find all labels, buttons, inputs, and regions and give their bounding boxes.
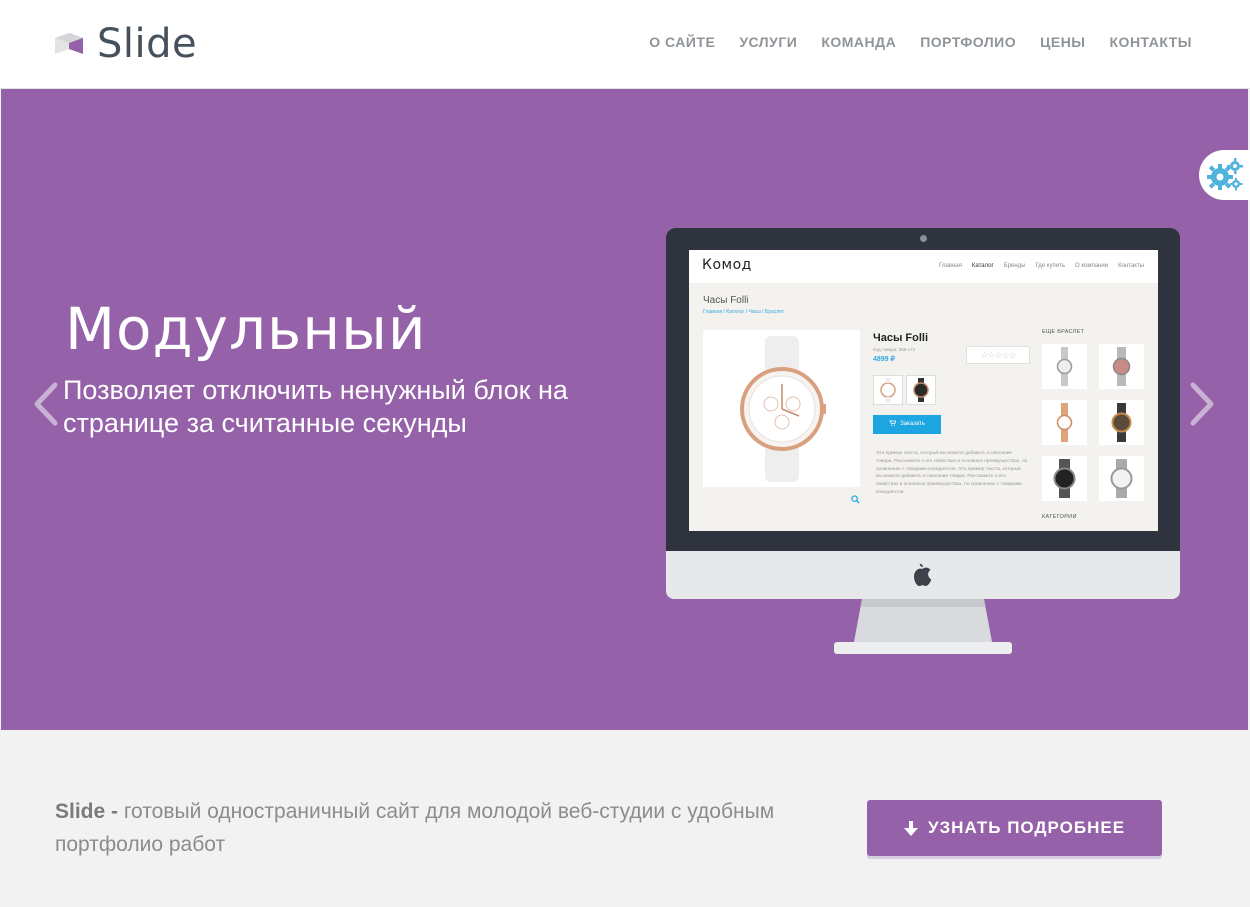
mockup-categories-heading: КАТЕГОРИИ [1042, 514, 1077, 520]
settings-tab[interactable] [1199, 150, 1250, 200]
mockup-header: Комод Главная Каталог Бренды Где купить … [689, 250, 1158, 283]
mockup-side-product [1042, 344, 1087, 389]
cart-icon [889, 419, 897, 426]
zoom-icon[interactable] [851, 495, 860, 504]
gears-icon [1206, 158, 1243, 191]
intro-brand: Slide - [55, 800, 119, 823]
mockup-order-label: Заказать [900, 421, 925, 427]
cube-logo-icon [55, 33, 83, 54]
mockup-side-product [1042, 400, 1087, 445]
monitor-bezel: Комод Главная Каталог Бренды Где купить … [666, 228, 1180, 551]
intro-strip: Slide - готовый одностраничный сайт для … [0, 730, 1250, 907]
arrow-right-icon[interactable] [1187, 381, 1217, 427]
nav-item-portfolio[interactable]: ПОРТФОЛИО [920, 34, 1016, 50]
nav-item-prices[interactable]: ЦЕНЫ [1040, 34, 1085, 50]
mockup-price: 4899 ₽ [873, 356, 895, 363]
main-nav: О САЙТЕ УСЛУГИ КОМАНДА ПОРТФОЛИО ЦЕНЫ КО… [649, 34, 1192, 50]
intro-description: готовый одностраничный сайт для молодой … [55, 800, 775, 856]
mockup-product-title: Часы Folli [873, 332, 929, 344]
mockup-nav-item: Где купить [1035, 263, 1065, 269]
mockup-logo: Комод [702, 257, 752, 273]
slide-title: Модульный [65, 295, 427, 363]
logo[interactable]: Slide [55, 22, 197, 66]
mockup-side-product [1099, 344, 1144, 389]
arrow-down-icon [903, 820, 918, 836]
mockup-nav-item: Каталог [971, 263, 994, 269]
arrow-left-icon[interactable] [31, 381, 61, 427]
mockup-thumb [873, 375, 903, 405]
mockup-side-product [1042, 456, 1087, 501]
monitor-screen: Комод Главная Каталог Бренды Где купить … [689, 250, 1158, 531]
header: Slide О САЙТЕ УСЛУГИ КОМАНДА ПОРТФОЛИО Ц… [0, 0, 1250, 89]
mockup-nav-item: Бренды [1003, 263, 1026, 269]
mockup-description: Это пример текста, который вы можете доб… [876, 451, 1028, 495]
mockup-product-photo [703, 330, 860, 487]
mockup-page-title: Часы Folli [703, 295, 749, 306]
mockup-more-heading: ЕЩЕ БРАСЛЕТ [1042, 329, 1085, 335]
mockup-thumb [906, 375, 936, 405]
mockup-rating-stars: ☆☆☆☆☆ [966, 346, 1030, 364]
mockup-nav-item: Контакты [1118, 263, 1144, 269]
mockup-nav-item: О компании [1074, 263, 1109, 269]
nav-item-team[interactable]: КОМАНДА [821, 34, 896, 50]
mockup-nav-item: Главная [939, 263, 962, 269]
watch-image [740, 336, 826, 482]
learn-more-button[interactable]: УЗНАТЬ ПОДРОБНЕЕ [867, 800, 1162, 856]
nav-item-contacts[interactable]: КОНТАКТЫ [1110, 34, 1192, 50]
mockup-side-product [1099, 400, 1144, 445]
apple-icon [914, 563, 932, 586]
learn-more-label: УЗНАТЬ ПОДРОБНЕЕ [927, 818, 1126, 837]
mockup-product-code: Код товара: 265-172 [873, 347, 916, 352]
mockup-side-product [1099, 456, 1144, 501]
camera-dot [920, 235, 927, 242]
mockup-breadcrumbs: Главная / Каталог / Часы / Браслет [703, 309, 785, 315]
monitor-mockup: Комод Главная Каталог Бренды Где купить … [666, 228, 1180, 654]
logo-text: Slide [97, 21, 198, 67]
monitor-stand [834, 599, 1012, 654]
nav-item-services[interactable]: УСЛУГИ [739, 34, 797, 50]
mockup-nav: Главная Каталог Бренды Где купить О комп… [939, 263, 1144, 269]
hero-slider: Модульный Позволяет отключить ненужный б… [1, 89, 1248, 730]
mockup-order-button[interactable]: Заказать [873, 415, 941, 434]
slide-text: Позволяет отключить ненужный блок на стр… [63, 375, 568, 438]
nav-item-about[interactable]: О САЙТЕ [649, 34, 715, 50]
intro-text: Slide - готовый одностраничный сайт для … [55, 795, 775, 861]
